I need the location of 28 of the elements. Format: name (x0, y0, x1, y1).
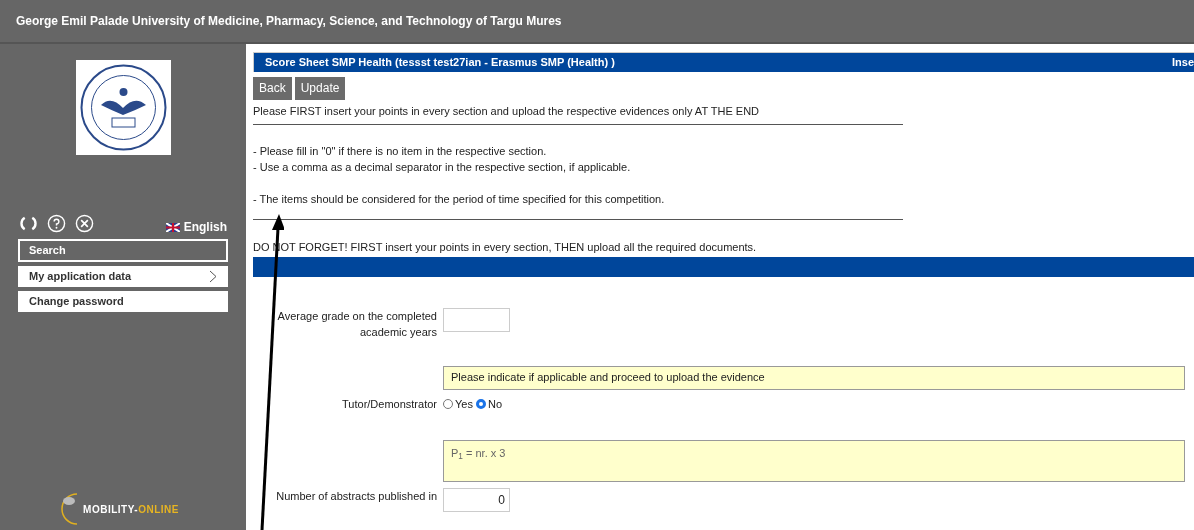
action-button[interactable]: Update (294, 76, 346, 100)
footer-logo-text: MOBILITY-ONLINE (83, 502, 179, 517)
language-link[interactable]: English (183, 218, 227, 236)
help-icon[interactable] (47, 213, 66, 233)
instruction-text: - Use a comma as a decimal separator in the respective section, if applicable. (253, 159, 632, 175)
field-label: Number of abstracts published in (275, 489, 437, 504)
sidebar-menu-item[interactable]: My application data (18, 266, 228, 287)
window-title: George Emil Palade University of Medicine, Pharmacy, Science, and Technology of Targu Mures (16, 13, 562, 30)
input-field[interactable] (443, 307, 510, 332)
instruction-text: - The items should be considered for the period of time specified for this competition. (253, 191, 666, 207)
instruction-text: Please FIRST insert your points in every section and upload the respective evidences only AT THE END (253, 103, 761, 118)
flag-icon (165, 222, 180, 232)
field-label: Tutor/Demonstrator (341, 396, 437, 412)
header-right-text: Inse (1172, 55, 1194, 71)
note-text: Please indicate if applicable and proceed to upload the evidence (451, 370, 765, 386)
note-text: P$_{1}$ = nr. x 3 (451, 447, 506, 459)
sidebar-menu-item[interactable]: Search (18, 239, 228, 262)
header-title: Score Sheet SMP Health (tessst test27ian - Erasmus SMP (Health) ) (265, 55, 615, 71)
instruction-text: - Please fill in "0" if there is no item in the respective section. (253, 143, 548, 159)
radio-label: No (487, 396, 502, 412)
radio-label: Yes (455, 396, 473, 412)
radio-button[interactable] (475, 398, 486, 409)
sidebar-menu-item[interactable]: Change password (18, 291, 228, 312)
input-field[interactable]: 0 (443, 488, 510, 512)
action-button[interactable]: Back (253, 76, 292, 100)
field-label: Average grade on the completed academic years (276, 308, 437, 340)
radio-button[interactable] (443, 398, 453, 409)
close-icon[interactable] (75, 213, 94, 233)
